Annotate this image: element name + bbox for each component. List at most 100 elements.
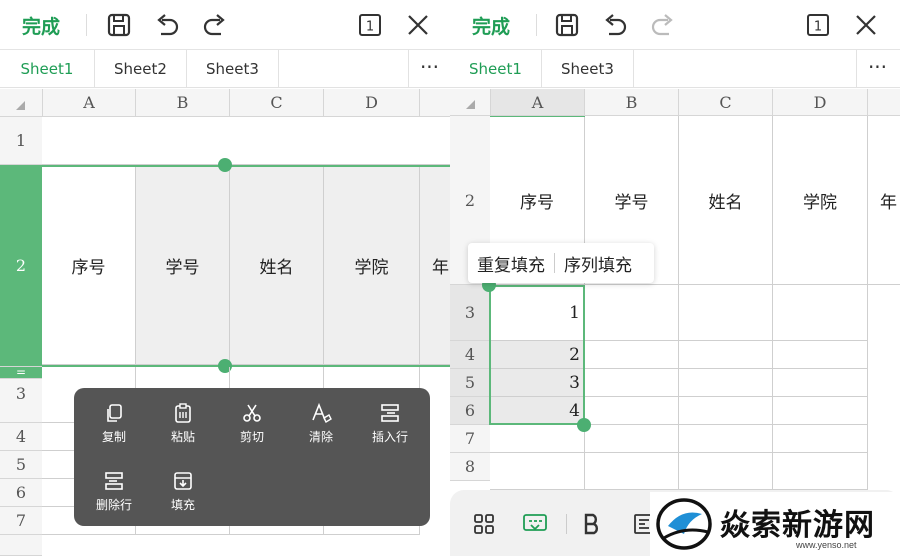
cell-c2[interactable]: 姓名 [230, 167, 324, 365]
undo-icon[interactable] [600, 10, 630, 40]
cell-b6[interactable] [585, 397, 679, 425]
cell-d2[interactable]: 学院 [773, 116, 868, 285]
close-icon[interactable] [851, 10, 881, 40]
sheet-count-icon[interactable]: 1 [355, 10, 385, 40]
selection-handle-top[interactable] [218, 158, 232, 172]
row-header-3[interactable]: 3 [450, 285, 490, 341]
row-header-4[interactable]: 4 [450, 341, 490, 369]
row-header-5[interactable]: 5 [450, 369, 490, 397]
cell-b3[interactable] [585, 285, 679, 341]
column-header-e[interactable] [868, 89, 900, 115]
menu-item-cut[interactable]: 剪切 [216, 402, 288, 460]
sheet-tabs: Sheet1 Sheet3 ··· [450, 50, 900, 88]
copy-icon [107, 404, 122, 422]
cell-d8[interactable] [773, 453, 868, 490]
cell-c4[interactable] [679, 341, 773, 369]
row-header-5[interactable]: 5 [0, 451, 42, 479]
save-icon[interactable] [552, 10, 582, 40]
column-header-e[interactable] [420, 89, 450, 116]
cell-e2[interactable]: 年 [420, 167, 450, 365]
row-header-8[interactable] [0, 535, 42, 556]
menu-item-fill[interactable]: 填充 [147, 470, 219, 528]
grid-icon[interactable] [472, 512, 496, 536]
cell-c7[interactable] [679, 425, 773, 453]
cell-b5[interactable] [585, 369, 679, 397]
paste-icon [175, 403, 191, 423]
column-header-c[interactable]: C [230, 89, 324, 116]
tab-sheet3[interactable]: Sheet3 [187, 50, 279, 88]
row-header-8[interactable]: 8 [450, 453, 490, 481]
row-header-1[interactable]: 1 [0, 117, 42, 165]
tab-sheet2[interactable]: Sheet2 [95, 50, 187, 88]
cell-b4[interactable] [585, 341, 679, 369]
row-header-6[interactable]: 6 [450, 397, 490, 425]
column-header-b[interactable]: B [585, 89, 679, 115]
menu-item-copy[interactable]: 复制 [78, 402, 150, 460]
sheet-count-icon[interactable]: 1 [803, 10, 833, 40]
tab-sheet3[interactable]: Sheet3 [542, 50, 634, 88]
row-1-cells[interactable] [42, 117, 450, 165]
column-header-a[interactable]: A [490, 89, 585, 115]
menu-item-paste[interactable]: 粘贴 [147, 402, 219, 460]
series-fill-option[interactable]: 序列填充 [555, 251, 641, 276]
done-button[interactable]: 完成 [22, 12, 60, 39]
more-tabs-button[interactable]: ··· [856, 50, 898, 88]
repeat-fill-option[interactable]: 重复填充 [468, 251, 554, 276]
row-header-4[interactable]: 4 [0, 423, 42, 451]
menu-item-insert-row[interactable]: 插入行 [354, 402, 426, 460]
cell-d6[interactable] [773, 397, 868, 425]
cell-c6[interactable] [679, 397, 773, 425]
column-header-c[interactable]: C [679, 89, 773, 115]
row-header-3[interactable]: 3 [0, 379, 42, 423]
cell-d3[interactable] [773, 285, 868, 341]
selection-handle-bottom[interactable] [577, 418, 591, 432]
column-header-d[interactable]: D [773, 89, 868, 115]
cell-b7[interactable] [585, 425, 679, 453]
column-header-d[interactable]: D [324, 89, 420, 116]
bold-icon[interactable] [580, 512, 604, 536]
tab-sheet1[interactable]: Sheet1 [450, 50, 542, 88]
top-toolbar: 完成 1 [450, 0, 900, 50]
insert-row-icon [381, 404, 399, 422]
fill-options-popup: 重复填充 序列填充 [468, 243, 654, 283]
row-header-2[interactable]: 2 [0, 165, 42, 367]
cell-d5[interactable] [773, 369, 868, 397]
row-header-7[interactable]: 7 [0, 507, 42, 535]
undo-icon[interactable] [152, 10, 182, 40]
cell-a8[interactable] [490, 453, 585, 490]
cell-a7[interactable] [490, 425, 585, 453]
column-header-b[interactable]: B [136, 89, 230, 116]
more-tabs-button[interactable]: ··· [408, 50, 450, 88]
redo-icon[interactable] [200, 10, 230, 40]
menu-item-label: 粘贴 [170, 430, 195, 444]
cell-c5[interactable] [679, 369, 773, 397]
close-icon[interactable] [403, 10, 433, 40]
cell-e2[interactable]: 年 [868, 116, 900, 285]
row-resize-handle[interactable]: = [0, 366, 42, 379]
watermark-logo-icon [656, 498, 712, 550]
cell-d2[interactable]: 学院 [324, 167, 420, 365]
select-all-corner-icon[interactable] [14, 99, 26, 111]
row-header-6[interactable]: 6 [0, 479, 42, 507]
filter-fill-icon[interactable] [522, 512, 548, 536]
cell-c8[interactable] [679, 453, 773, 490]
menu-item-delete-row[interactable]: 删除行 [78, 470, 150, 528]
tab-sheet1[interactable]: Sheet1 [0, 50, 95, 88]
save-icon[interactable] [104, 10, 134, 40]
select-all-corner-icon[interactable] [464, 98, 476, 110]
cell-b2[interactable]: 学号 [136, 167, 230, 365]
cell-b8[interactable] [585, 453, 679, 490]
done-button[interactable]: 完成 [472, 12, 510, 39]
column-header-a[interactable]: A [42, 89, 136, 116]
cell-c3[interactable] [679, 285, 773, 341]
row-header-7[interactable]: 7 [450, 425, 490, 453]
cell-d4[interactable] [773, 341, 868, 369]
redo-icon[interactable] [648, 10, 678, 40]
cell-c2[interactable]: 姓名 [679, 116, 773, 285]
menu-item-label: 清除 [308, 430, 333, 444]
menu-item-clear[interactable]: 清除 [285, 402, 357, 460]
sheet-tabs: Sheet1 Sheet2 Sheet3 ··· [0, 50, 450, 88]
cell-d7[interactable] [773, 425, 868, 453]
cut-icon [243, 404, 261, 422]
cell-a2[interactable]: 序号 [42, 167, 136, 365]
